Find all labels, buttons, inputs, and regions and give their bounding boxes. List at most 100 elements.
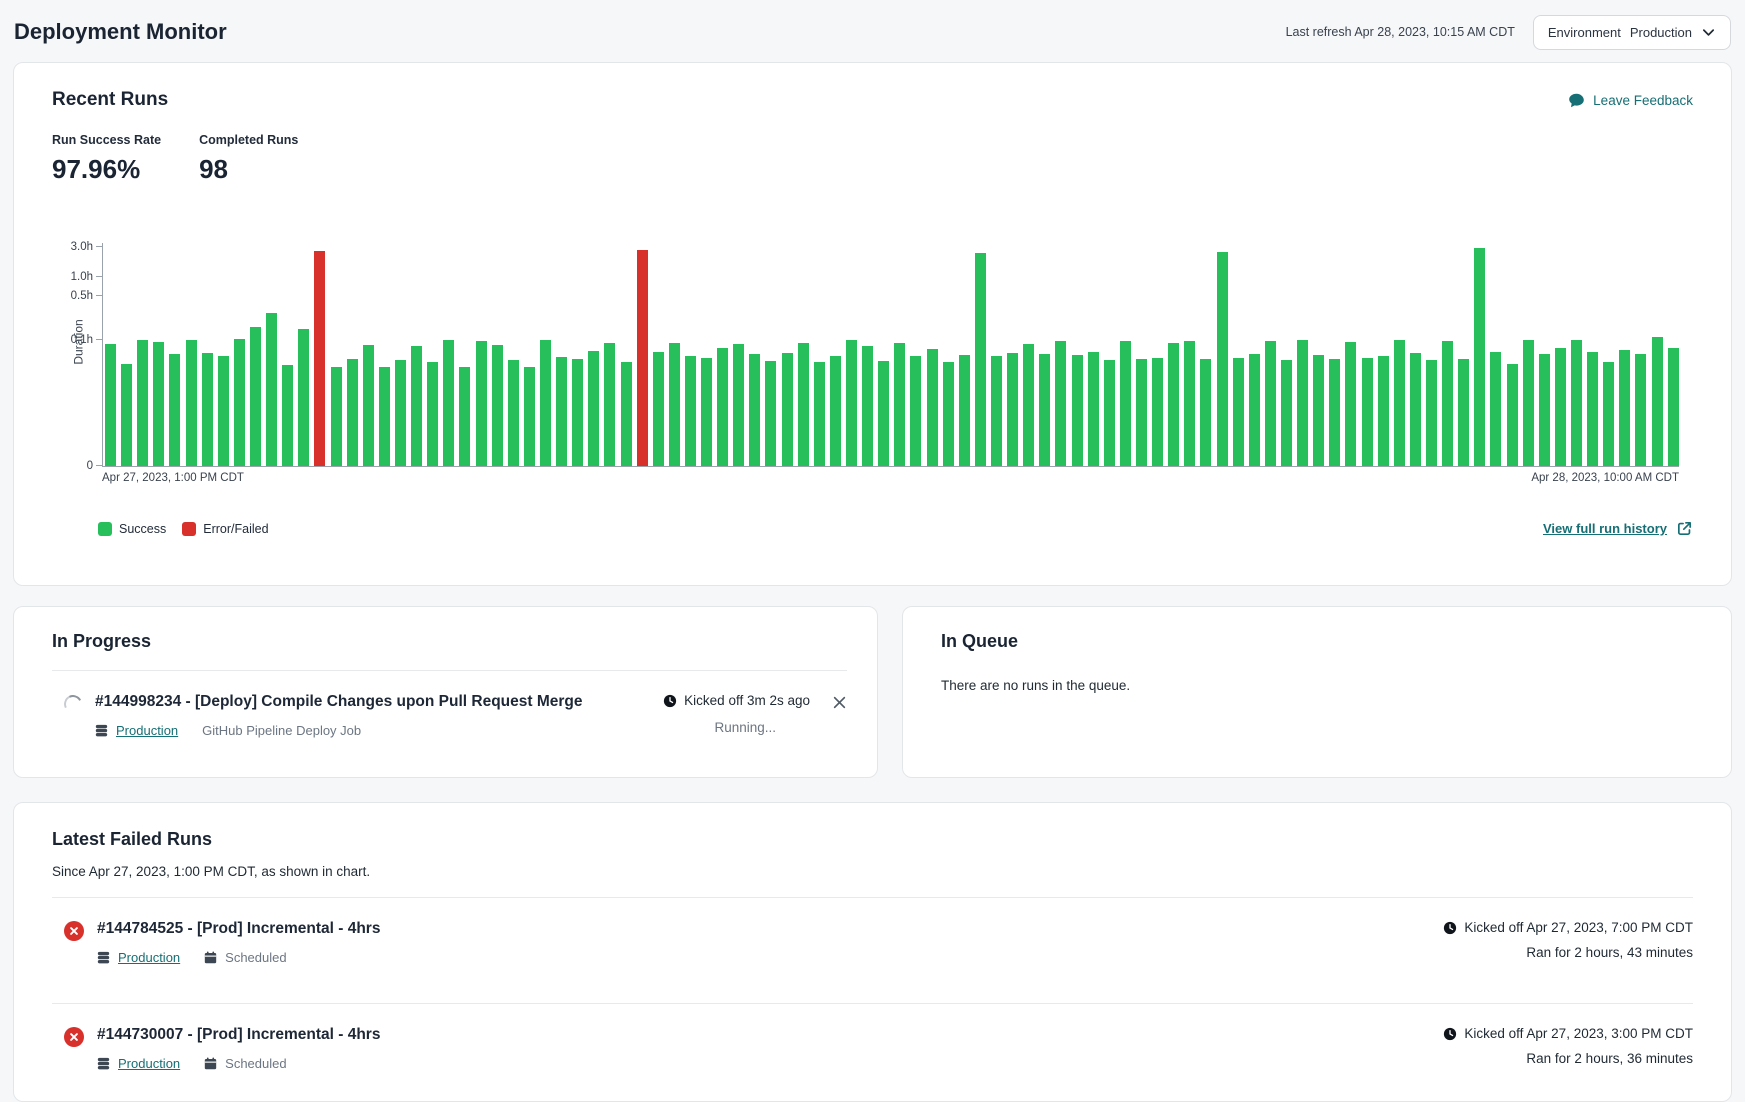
chart-bar-success[interactable] xyxy=(1394,340,1405,466)
chart-bar-success[interactable] xyxy=(1458,359,1469,466)
chart-bar-success[interactable] xyxy=(137,340,148,466)
chart-bar-success[interactable] xyxy=(1007,353,1018,466)
environment-dropdown[interactable]: Environment Production xyxy=(1533,15,1731,50)
chart-bar-success[interactable] xyxy=(1120,341,1131,466)
leave-feedback-link[interactable]: Leave Feedback xyxy=(1568,92,1693,109)
chart-bar-success[interactable] xyxy=(105,344,116,466)
chart-bar-success[interactable] xyxy=(1652,337,1663,466)
chart-bar-success[interactable] xyxy=(1136,359,1147,466)
chart-bar-success[interactable] xyxy=(540,340,551,466)
chart-bar-success[interactable] xyxy=(862,346,873,466)
chart-bar-failed[interactable] xyxy=(637,250,648,466)
chart-bar-success[interactable] xyxy=(991,356,1002,466)
environment-link[interactable]: Production xyxy=(118,950,180,965)
chart-bar-success[interactable] xyxy=(1442,341,1453,466)
chart-bar-success[interactable] xyxy=(733,344,744,467)
chart-bar-success[interactable] xyxy=(1474,248,1485,466)
chart-bar-success[interactable] xyxy=(959,355,970,466)
chart-bar-success[interactable] xyxy=(1507,364,1518,466)
chart-bar-success[interactable] xyxy=(266,313,277,466)
chart-bar-success[interactable] xyxy=(1362,358,1373,466)
chart-bar-success[interactable] xyxy=(186,340,197,466)
chart-bar-success[interactable] xyxy=(830,356,841,466)
chart-bar-success[interactable] xyxy=(1345,342,1356,466)
chart-bar-success[interactable] xyxy=(669,343,680,466)
chart-bar-success[interactable] xyxy=(717,348,728,466)
chart-bar-success[interactable] xyxy=(1297,340,1308,466)
chart-bar-success[interactable] xyxy=(1104,360,1115,466)
chart-bar-success[interactable] xyxy=(1426,360,1437,466)
chart-bar-success[interactable] xyxy=(395,360,406,466)
chart-bar-success[interactable] xyxy=(1217,252,1228,466)
chart-bar-success[interactable] xyxy=(1168,343,1179,466)
environment-link[interactable]: Production xyxy=(118,1056,180,1071)
chart-bar-success[interactable] xyxy=(782,353,793,466)
chart-bar-success[interactable] xyxy=(427,362,438,466)
chart-bar-success[interactable] xyxy=(153,342,164,466)
chart-bar-success[interactable] xyxy=(1088,352,1099,466)
chart-bar-success[interactable] xyxy=(814,362,825,466)
chart-bar-success[interactable] xyxy=(927,349,938,466)
chart-bar-success[interactable] xyxy=(1378,356,1389,466)
chart-bar-success[interactable] xyxy=(1635,354,1646,466)
chart-bar-success[interactable] xyxy=(1555,348,1566,466)
chart-bar-success[interactable] xyxy=(621,362,632,466)
chart-bar-success[interactable] xyxy=(169,354,180,466)
cancel-run-button[interactable] xyxy=(832,695,847,710)
chart-bar-success[interactable] xyxy=(1072,355,1083,466)
chart-bar-success[interactable] xyxy=(1668,348,1679,466)
chart-bar-success[interactable] xyxy=(685,356,696,466)
chart-bar-success[interactable] xyxy=(250,327,261,466)
chart-bar-success[interactable] xyxy=(1281,360,1292,466)
chart-bar-success[interactable] xyxy=(218,356,229,466)
chart-bar-success[interactable] xyxy=(556,357,567,466)
chart-bar-success[interactable] xyxy=(701,358,712,466)
chart-bar-success[interactable] xyxy=(1152,358,1163,466)
chart-bar-success[interactable] xyxy=(1410,353,1421,466)
chart-bar-success[interactable] xyxy=(798,343,809,466)
chart-bar-success[interactable] xyxy=(604,343,615,466)
chart-bar-success[interactable] xyxy=(298,329,309,466)
chart-bar-success[interactable] xyxy=(459,367,470,467)
chart-bar-success[interactable] xyxy=(1184,341,1195,466)
chart-bar-success[interactable] xyxy=(202,353,213,466)
chart-bar-success[interactable] xyxy=(234,339,245,466)
chart-bar-success[interactable] xyxy=(749,354,760,466)
chart-bar-success[interactable] xyxy=(347,359,358,466)
chart-bar-success[interactable] xyxy=(1571,340,1582,466)
chart-bar-success[interactable] xyxy=(443,340,454,466)
chart-bar-success[interactable] xyxy=(476,341,487,466)
chart-bar-success[interactable] xyxy=(1313,355,1324,466)
chart-bar-success[interactable] xyxy=(878,361,889,466)
chart-bar-success[interactable] xyxy=(411,346,422,466)
chart-bar-success[interactable] xyxy=(1523,340,1534,466)
chart-bar-success[interactable] xyxy=(894,343,905,466)
chart-bar-success[interactable] xyxy=(492,345,503,466)
chart-bar-success[interactable] xyxy=(1249,354,1260,466)
chart-bar-success[interactable] xyxy=(1200,359,1211,466)
chart-bar-success[interactable] xyxy=(910,356,921,466)
chart-bar-success[interactable] xyxy=(1039,354,1050,466)
chart-bar-success[interactable] xyxy=(379,367,390,467)
chart-bar-success[interactable] xyxy=(524,367,535,466)
chart-bar-success[interactable] xyxy=(1023,344,1034,466)
chart-bar-success[interactable] xyxy=(508,360,519,466)
chart-bar-success[interactable] xyxy=(1587,352,1598,466)
chart-bar-success[interactable] xyxy=(121,364,132,466)
chart-bar-success[interactable] xyxy=(765,361,776,466)
chart-bar-success[interactable] xyxy=(1233,358,1244,466)
chart-bar-success[interactable] xyxy=(363,345,374,466)
chart-bar-success[interactable] xyxy=(1055,341,1066,466)
chart-bar-success[interactable] xyxy=(572,359,583,466)
environment-link[interactable]: Production xyxy=(116,723,178,738)
chart-bar-success[interactable] xyxy=(1539,354,1550,466)
chart-bar-success[interactable] xyxy=(653,352,664,466)
view-full-run-history-link[interactable]: View full run history xyxy=(1543,520,1693,537)
chart-bar-success[interactable] xyxy=(943,362,954,466)
chart-bar-failed[interactable] xyxy=(314,251,325,466)
chart-bar-success[interactable] xyxy=(1490,352,1501,466)
chart-bar-success[interactable] xyxy=(1265,341,1276,466)
chart-bar-success[interactable] xyxy=(1619,350,1630,466)
chart-bar-success[interactable] xyxy=(588,351,599,466)
chart-bar-success[interactable] xyxy=(1603,362,1614,466)
